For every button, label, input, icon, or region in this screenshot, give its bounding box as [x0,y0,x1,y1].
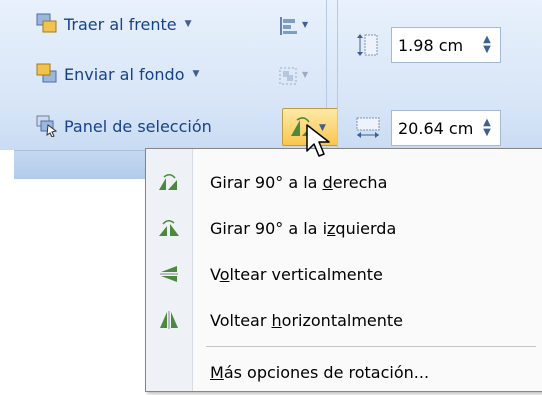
rotate-menu: Girar 90° a la derecha Girar 90° a la iz… [145,148,542,392]
height-spinner[interactable]: ▲ ▼ [473,27,501,63]
bring-to-front-button[interactable]: Traer al frente ▼ [36,10,192,38]
menu-item-label: Voltear verticalmente [210,264,383,284]
selection-pane-icon [36,115,58,138]
chevron-down-icon[interactable]: ▼ [192,69,199,79]
mouse-cursor-icon [306,124,330,157]
menu-item-more-rotation-options[interactable]: Más opciones de rotación... [146,349,542,395]
rotate-right-icon [146,159,192,205]
selection-pane-button[interactable]: Panel de selección [36,112,212,140]
width-row: 20.64 cm ▲ ▼ [355,110,501,146]
bring-to-front-label: Traer al frente [64,14,177,34]
group-button[interactable]: ▼ [276,64,312,88]
bring-front-icon [36,13,58,35]
flip-horizontal-icon [146,297,192,343]
flip-vertical-icon [146,251,192,297]
menu-item-label: Voltear horizontalmente [210,310,404,330]
selection-pane-label: Panel de selección [64,116,212,136]
group-icon: ▼ [279,67,309,85]
width-value: 20.64 cm [398,118,474,138]
menu-item-rotate-left[interactable]: Girar 90° a la izquierda [146,205,542,251]
width-spinner[interactable]: ▲ ▼ [473,110,501,146]
height-row: 1.98 cm ▲ ▼ [355,27,501,63]
rotate-left-icon [146,205,192,251]
menu-empty-icon-slot [146,349,192,395]
shape-height-icon [357,34,378,56]
menu-separator [206,346,536,347]
svg-text:▼: ▼ [302,70,309,79]
shape-width-icon [356,117,380,138]
menu-item-label: Más opciones de rotación... [210,362,430,382]
menu-item-rotate-right[interactable]: Girar 90° a la derecha [146,159,542,205]
send-to-back-button[interactable]: Enviar al fondo ▼ [36,60,199,88]
chevron-down-icon[interactable]: ▼ [185,19,192,29]
align-icon: ▼ [280,17,309,35]
svg-text:▼: ▼ [302,20,309,29]
menu-item-label: Girar 90° a la izquierda [210,218,397,238]
menu-item-flip-vertical[interactable]: Voltear verticalmente [146,251,542,297]
height-value: 1.98 cm [398,35,464,55]
align-button[interactable]: ▼ [276,14,312,38]
menu-item-label: Girar 90° a la derecha [210,172,388,192]
arrange-group: Traer al frente ▼ Enviar al fondo ▼ Pane… [14,0,340,148]
send-to-back-label: Enviar al fondo [64,64,185,84]
send-back-icon [36,63,58,85]
menu-item-flip-horizontal[interactable]: Voltear horizontalmente [146,297,542,343]
